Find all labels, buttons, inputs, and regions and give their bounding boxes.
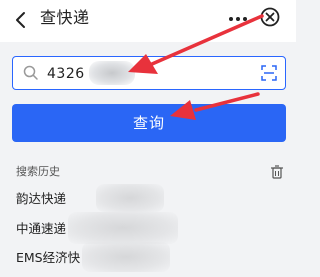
trash-icon[interactable] [270, 164, 284, 180]
page-title: 查快递 [40, 8, 90, 27]
redacted-overlay [89, 61, 135, 85]
tracking-number-value: 4326 [47, 66, 85, 82]
redacted-overlay [68, 212, 178, 244]
search-icon [23, 65, 38, 80]
query-button[interactable]: 查询 [12, 104, 286, 142]
search-history-title: 搜索历史 [16, 165, 60, 178]
history-item[interactable]: 中通速递 [16, 221, 66, 237]
more-dots-icon[interactable] [226, 9, 250, 29]
history-item[interactable]: EMS经济快 [16, 250, 80, 266]
top-bar: 查快递 [0, 0, 296, 42]
close-circle-icon[interactable] [259, 6, 281, 28]
chevron-left-icon[interactable] [8, 7, 34, 33]
history-item[interactable]: 韵达快递 [16, 191, 66, 207]
redacted-overlay [82, 242, 170, 272]
scan-icon[interactable] [260, 64, 278, 82]
tracking-number-input[interactable]: 4326 [12, 56, 286, 90]
redacted-overlay [96, 184, 164, 212]
